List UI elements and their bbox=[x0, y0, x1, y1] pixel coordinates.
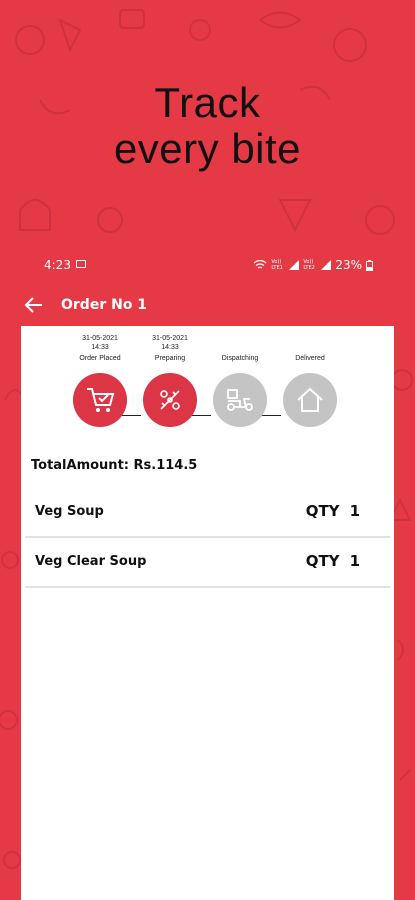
step-label: Order Placed bbox=[79, 355, 121, 362]
item-quantity: QTY 1 bbox=[306, 552, 360, 570]
status-time: 4:23 bbox=[44, 258, 71, 272]
step-label: Dispatching bbox=[221, 355, 259, 362]
step-delivered: Delivered bbox=[275, 334, 345, 427]
step-date: 31-05-2021 14:33 bbox=[135, 334, 205, 354]
order-item: Veg Clear Soup QTY 1 bbox=[25, 538, 390, 588]
step-circle bbox=[213, 373, 267, 427]
order-details-card: 31-05-2021 14:33 Order Placed 31-05-2021… bbox=[21, 326, 394, 900]
order-progress-tracker: 31-05-2021 14:33 Order Placed 31-05-2021… bbox=[21, 334, 394, 454]
hero-line-1: Track bbox=[154, 79, 261, 126]
hero-line-2: every bite bbox=[113, 125, 302, 172]
step-dispatching: Dispatching bbox=[205, 334, 275, 427]
step-circle bbox=[283, 373, 337, 427]
back-arrow-icon[interactable] bbox=[24, 296, 44, 314]
step-time-value: 14:33 bbox=[91, 344, 109, 351]
app-bar: Order No 1 bbox=[0, 294, 415, 320]
item-qty-label: QTY bbox=[305, 502, 340, 520]
network-label-2: Vo)) LTE2 bbox=[303, 259, 315, 271]
delivery-scooter-icon bbox=[227, 389, 253, 411]
step-label: Delivered bbox=[295, 355, 325, 362]
screen-cast-icon bbox=[76, 260, 86, 268]
signal-icon bbox=[289, 260, 300, 270]
item-qty-value: 1 bbox=[349, 552, 360, 570]
battery-percent: 23% bbox=[335, 258, 362, 272]
home-icon bbox=[297, 387, 323, 412]
hero-title: Track every bite bbox=[0, 80, 415, 172]
step-date bbox=[275, 334, 345, 354]
status-bar: 4:23 Vo)) LTE1 Vo)) LTE2 23% bbox=[0, 256, 415, 276]
step-order-placed: 31-05-2021 14:33 Order Placed bbox=[65, 334, 135, 427]
step-date: 31-05-2021 14:33 bbox=[65, 334, 135, 354]
step-date bbox=[205, 334, 275, 354]
food-preparing-icon bbox=[160, 390, 180, 410]
step-date-value: 31-05-2021 bbox=[82, 335, 118, 342]
status-indicators: Vo)) LTE1 Vo)) LTE2 23% bbox=[253, 258, 373, 272]
item-qty-label: QTY bbox=[305, 552, 340, 570]
signal-icon-2 bbox=[321, 260, 332, 270]
item-name: Veg Soup bbox=[35, 504, 104, 519]
shopping-cart-icon bbox=[87, 388, 115, 412]
battery-icon bbox=[366, 259, 373, 271]
step-circle bbox=[73, 373, 127, 427]
item-qty-value: 1 bbox=[349, 502, 360, 520]
wifi-icon bbox=[253, 260, 267, 269]
step-circle bbox=[143, 373, 197, 427]
step-label: Preparing bbox=[154, 355, 186, 362]
step-preparing: 31-05-2021 14:33 Preparing bbox=[135, 334, 205, 427]
item-quantity: QTY 1 bbox=[306, 502, 360, 520]
order-item: Veg Soup QTY 1 bbox=[25, 488, 390, 538]
step-date-value: 31-05-2021 bbox=[152, 335, 188, 342]
page-title: Order No 1 bbox=[61, 297, 148, 313]
step-time-value: 14:33 bbox=[161, 344, 179, 351]
item-name: Veg Clear Soup bbox=[35, 554, 147, 569]
order-total-amount: TotalAmount: Rs.114.5 bbox=[31, 458, 198, 473]
network-label-1: Vo)) LTE1 bbox=[271, 259, 283, 271]
